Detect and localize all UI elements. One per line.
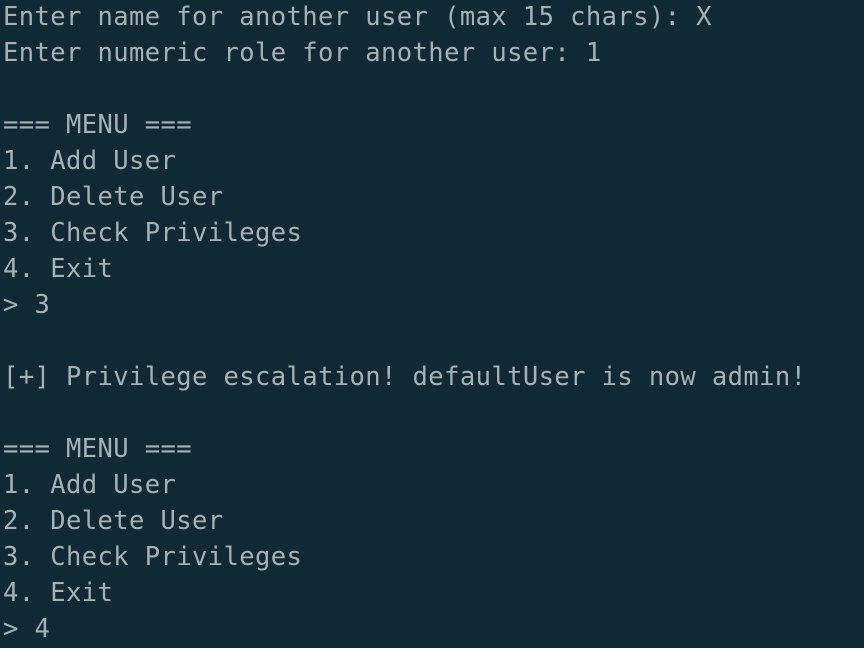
- terminal-window[interactable]: Enter name for another user (max 15 char…: [0, 0, 864, 648]
- prompt-role-line: Enter numeric role for another user: 1: [3, 38, 602, 68]
- menu-option-check-privileges: 3. Check Privileges: [3, 542, 303, 572]
- menu-option-exit: 4. Exit: [3, 254, 114, 284]
- input-line[interactable]: > 4: [3, 611, 864, 647]
- menu-option-add-user: 1. Add User: [3, 146, 177, 176]
- prompt-name-line: Enter name for another user (max 15 char…: [3, 2, 712, 32]
- menu-header: === MENU ===: [3, 434, 193, 464]
- menu-header: === MENU ===: [3, 110, 193, 140]
- menu-option-add-user: 1. Add User: [3, 470, 177, 500]
- menu-option-delete-user: 2. Delete User: [3, 182, 224, 212]
- input-line: > 3: [3, 290, 51, 320]
- menu-option-exit: 4. Exit: [3, 578, 114, 608]
- menu-option-delete-user: 2. Delete User: [3, 506, 224, 536]
- status-message: [+] Privilege escalation! defaultUser is…: [3, 362, 807, 392]
- menu-option-check-privileges: 3. Check Privileges: [3, 218, 303, 248]
